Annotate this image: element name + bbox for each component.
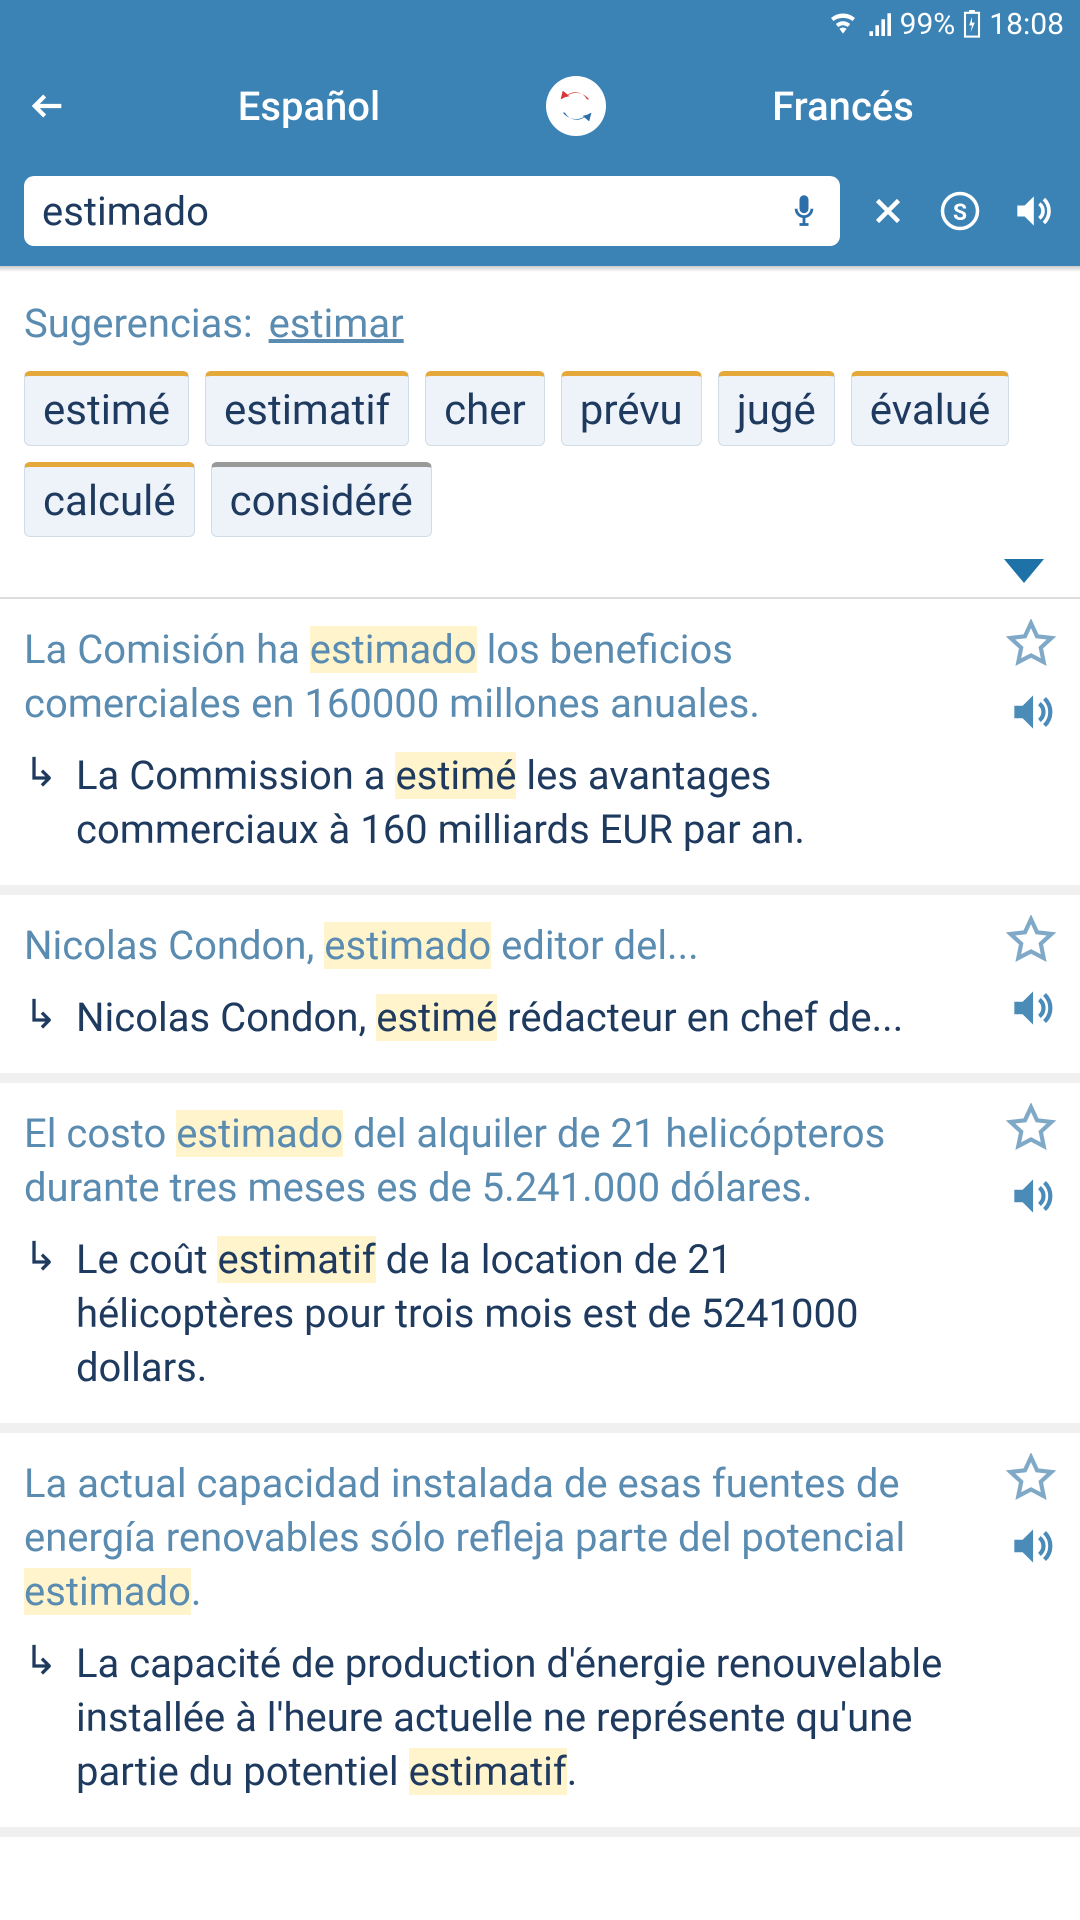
target-sentence[interactable]: Le coût estimatif de la location de 21 h… xyxy=(76,1233,946,1395)
sub-arrow-icon: ↳ xyxy=(24,1637,64,1799)
language-row: Español Francés xyxy=(24,64,1056,176)
favorite-button[interactable] xyxy=(1006,1103,1056,1153)
favorite-button[interactable] xyxy=(1006,1453,1056,1503)
target-sentence[interactable]: Nicolas Condon, estimé rédacteur en chef… xyxy=(76,991,903,1045)
results-list: La Comisión ha estimado los beneficios c… xyxy=(0,599,1080,1837)
sub-arrow-icon: ↳ xyxy=(24,1233,64,1395)
suggestions-section: Sugerencias: estimar estiméestimatifcher… xyxy=(0,272,1080,599)
app-header: Español Francés estimado S xyxy=(0,48,1080,266)
search-input[interactable]: estimado xyxy=(24,176,840,246)
play-audio-button[interactable] xyxy=(1006,983,1056,1033)
translation-chips: estiméestimatifcherprévujugéévalué calcul… xyxy=(24,371,1056,537)
result-actions xyxy=(1006,915,1056,1033)
result-actions xyxy=(1006,619,1056,737)
play-audio-button[interactable] xyxy=(1006,1171,1056,1221)
translation-chip[interactable]: évalué xyxy=(851,371,1010,446)
expand-suggestions-button[interactable] xyxy=(1004,559,1044,583)
speaker-icon xyxy=(1010,189,1054,233)
result-item: El costo estimado del alquiler de 21 hel… xyxy=(0,1083,1080,1433)
microphone-icon[interactable] xyxy=(786,193,822,229)
translation-chip[interactable]: cher xyxy=(425,371,545,446)
source-sentence[interactable]: El costo estimado del alquiler de 21 hel… xyxy=(24,1107,1056,1215)
favorite-button[interactable] xyxy=(1006,619,1056,669)
suggestions-link[interactable]: estimar xyxy=(269,300,404,347)
target-row: ↳La Commission a estimé les avantages co… xyxy=(24,749,1056,857)
swap-languages-button[interactable] xyxy=(546,76,606,136)
target-sentence[interactable]: La capacité de production d'énergie reno… xyxy=(76,1637,946,1799)
battery-percent: 99% xyxy=(900,7,956,42)
play-audio-button[interactable] xyxy=(1006,687,1056,737)
status-icons: 99% 18:08 xyxy=(828,7,1064,42)
translation-chip[interactable]: jugé xyxy=(718,371,835,446)
target-row: ↳Nicolas Condon, estimé rédacteur en che… xyxy=(24,991,1056,1045)
target-language[interactable]: Francés xyxy=(630,83,1056,130)
result-item: La actual capacidad instalada de esas fu… xyxy=(0,1433,1080,1837)
wifi-icon xyxy=(828,12,858,36)
clear-button[interactable] xyxy=(864,187,912,235)
source-sentence[interactable]: Nicolas Condon, estimado editor del... xyxy=(24,919,1056,973)
result-actions xyxy=(1006,1103,1056,1221)
target-sentence[interactable]: La Commission a estimé les avantages com… xyxy=(76,749,946,857)
result-item: Nicolas Condon, estimado editor del... ↳N… xyxy=(0,895,1080,1083)
source-sentence[interactable]: La actual capacidad instalada de esas fu… xyxy=(24,1457,1056,1619)
close-icon xyxy=(870,193,906,229)
translation-chip[interactable]: considéré xyxy=(211,462,432,537)
play-audio-button[interactable] xyxy=(1006,1521,1056,1571)
back-button[interactable] xyxy=(24,82,72,130)
favorite-button[interactable] xyxy=(1006,915,1056,965)
swap-icon xyxy=(554,84,598,128)
target-row: ↳La capacité de production d'énergie ren… xyxy=(24,1637,1056,1799)
suggestions-header: Sugerencias: estimar xyxy=(24,300,1056,347)
clock-time: 18:08 xyxy=(989,7,1064,42)
source-sentence[interactable]: La Comisión ha estimado los beneficios c… xyxy=(24,623,1056,731)
result-item: La Comisión ha estimado los beneficios c… xyxy=(0,599,1080,895)
sub-arrow-icon: ↳ xyxy=(24,991,64,1045)
s-button[interactable]: S xyxy=(936,187,984,235)
s-circle-icon: S xyxy=(939,190,981,232)
search-row: estimado S xyxy=(24,176,1056,246)
result-actions xyxy=(1006,1453,1056,1571)
battery-icon xyxy=(963,10,981,38)
suggestions-label: Sugerencias: xyxy=(24,300,253,347)
translation-chip[interactable]: estimé xyxy=(24,371,189,446)
translation-chip[interactable]: estimatif xyxy=(205,371,409,446)
search-query-text: estimado xyxy=(42,188,786,235)
svg-text:S: S xyxy=(953,199,967,226)
translation-chip[interactable]: prévu xyxy=(561,371,702,446)
target-row: ↳Le coût estimatif de la location de 21 … xyxy=(24,1233,1056,1395)
arrow-left-icon xyxy=(28,86,68,126)
status-bar: 99% 18:08 xyxy=(0,0,1080,48)
translation-chip[interactable]: calculé xyxy=(24,462,195,537)
source-language[interactable]: Español xyxy=(96,83,522,130)
sub-arrow-icon: ↳ xyxy=(24,749,64,857)
signal-icon xyxy=(866,12,892,36)
speaker-button[interactable] xyxy=(1008,187,1056,235)
